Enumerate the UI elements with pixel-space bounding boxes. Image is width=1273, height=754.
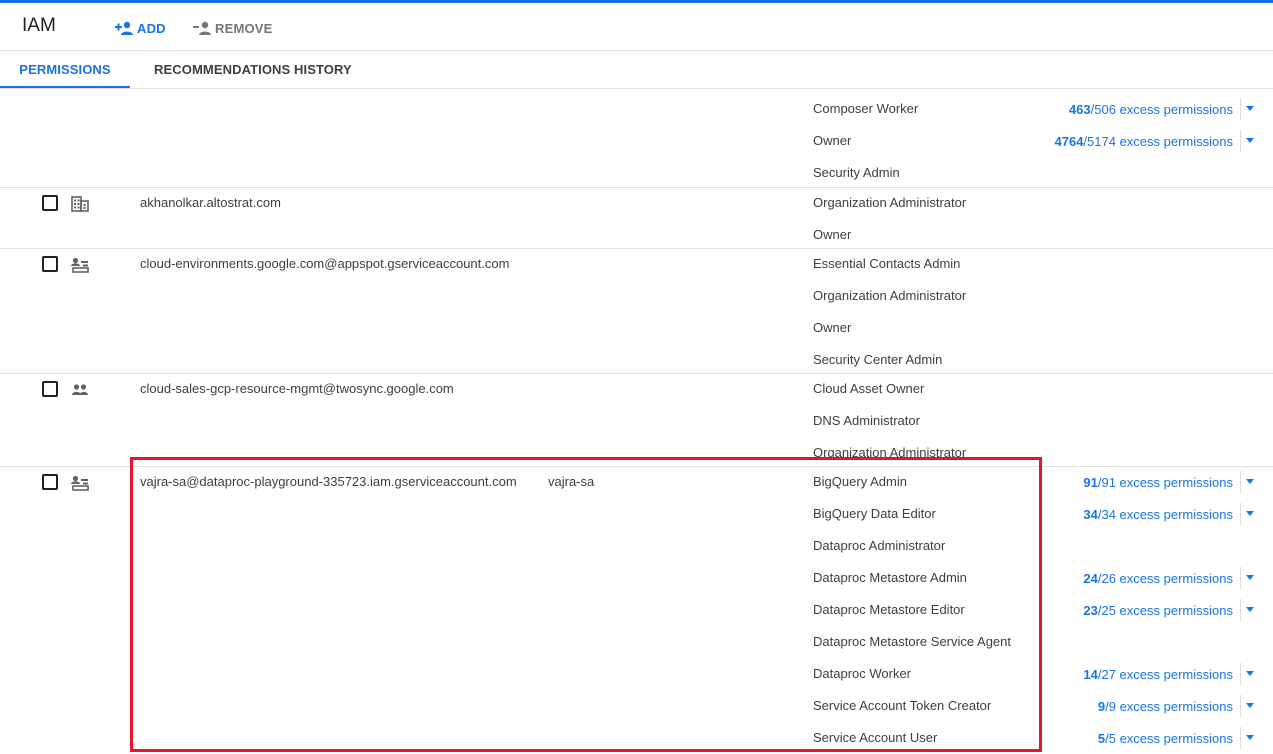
role-label: BigQuery Admin xyxy=(813,474,907,489)
principal-email: akhanolkar.altostrat.com xyxy=(140,195,281,210)
role-label: Dataproc Administrator xyxy=(813,538,946,553)
role-label: Security Admin xyxy=(813,165,900,180)
role-label: Owner xyxy=(813,227,852,242)
principal-email: cloud-sales-gcp-resource-mgmt@twosync.go… xyxy=(140,381,454,396)
chevron-down-icon[interactable] xyxy=(1244,732,1256,744)
role-label: Composer Worker xyxy=(813,101,919,116)
excess-permissions-link[interactable]: 14/27 excess permissions xyxy=(1083,667,1233,682)
role-label: DNS Administrator xyxy=(813,413,920,428)
row-checkbox[interactable] xyxy=(42,474,58,490)
tab-permissions[interactable]: PERMISSIONS xyxy=(0,52,130,88)
chevron-down-icon[interactable] xyxy=(1244,476,1256,488)
row-checkbox[interactable] xyxy=(42,381,58,397)
excess-permissions-link[interactable]: 24/26 excess permissions xyxy=(1083,571,1233,586)
chevron-down-icon[interactable] xyxy=(1244,572,1256,584)
role-label: Organization Administrator xyxy=(813,288,967,303)
role-label: Organization Administrator xyxy=(813,445,967,460)
role-label: Service Account Token Creator xyxy=(813,698,992,713)
chevron-down-icon[interactable] xyxy=(1244,700,1256,712)
chevron-down-icon[interactable] xyxy=(1244,668,1256,680)
remove-button[interactable]: REMOVE xyxy=(193,18,273,38)
excess-permissions-link[interactable]: 9/9 excess permissions xyxy=(1098,699,1233,714)
add-button-label: ADD xyxy=(137,20,166,36)
excess-permissions-link[interactable]: 4764/5174 excess permissions xyxy=(1055,134,1234,149)
domain-icon xyxy=(71,196,89,212)
chevron-down-icon[interactable] xyxy=(1244,604,1256,616)
remove-person-icon xyxy=(193,21,211,35)
excess-permissions-link[interactable]: 5/5 excess permissions xyxy=(1098,731,1233,746)
chevron-down-icon[interactable] xyxy=(1244,135,1256,147)
table-row: vajra-sa@dataproc-playground-335723.iam.… xyxy=(0,466,1273,754)
remove-button-label: REMOVE xyxy=(215,20,273,36)
table-row: cloud-environments.google.com@appspot.gs… xyxy=(0,248,1273,374)
role-label: Dataproc Metastore Service Agent xyxy=(813,634,1011,649)
excess-permissions-link[interactable]: 463/506 excess permissions xyxy=(1069,102,1233,117)
principal-name: vajra-sa xyxy=(548,474,595,489)
role-label: BigQuery Data Editor xyxy=(813,506,936,521)
add-person-icon xyxy=(115,21,133,35)
service-account-icon xyxy=(71,475,89,491)
role-label: Dataproc Metastore Editor xyxy=(813,602,965,617)
chevron-down-icon[interactable] xyxy=(1244,508,1256,520)
table-row: Composer Worker 463/506 excess permissio… xyxy=(0,89,1273,187)
table-row: akhanolkar.altostrat.com Organization Ad… xyxy=(0,187,1273,249)
excess-permissions-link[interactable]: 34/34 excess permissions xyxy=(1083,507,1233,522)
role-label: Service Account User xyxy=(813,730,938,745)
group-icon xyxy=(72,384,88,395)
tab-bar: PERMISSIONS RECOMMENDATIONS HISTORY xyxy=(0,52,1273,89)
role-label: Organization Administrator xyxy=(813,195,967,210)
role-label: Security Center Admin xyxy=(813,352,943,367)
page-title: IAM xyxy=(22,15,56,36)
principal-email: vajra-sa@dataproc-playground-335723.iam.… xyxy=(140,474,517,489)
page-header: IAM ADD REMOVE xyxy=(0,3,1273,51)
excess-permissions-link[interactable]: 91/91 excess permissions xyxy=(1083,475,1233,490)
chevron-down-icon[interactable] xyxy=(1244,103,1256,115)
role-label: Cloud Asset Owner xyxy=(813,381,925,396)
row-checkbox[interactable] xyxy=(42,256,58,272)
table-row: cloud-sales-gcp-resource-mgmt@twosync.go… xyxy=(0,373,1273,466)
tab-recommendations-history[interactable]: RECOMMENDATIONS HISTORY xyxy=(154,52,352,88)
role-label: Dataproc Worker xyxy=(813,666,912,681)
row-checkbox[interactable] xyxy=(42,195,58,211)
role-label: Owner xyxy=(813,133,852,148)
role-label: Owner xyxy=(813,320,852,335)
service-account-icon xyxy=(71,257,89,273)
add-button[interactable]: ADD xyxy=(115,18,166,38)
role-label: Dataproc Metastore Admin xyxy=(813,570,967,585)
excess-permissions-link[interactable]: 23/25 excess permissions xyxy=(1083,603,1233,618)
role-label: Essential Contacts Admin xyxy=(813,256,961,271)
principal-email: cloud-environments.google.com@appspot.gs… xyxy=(140,256,510,271)
